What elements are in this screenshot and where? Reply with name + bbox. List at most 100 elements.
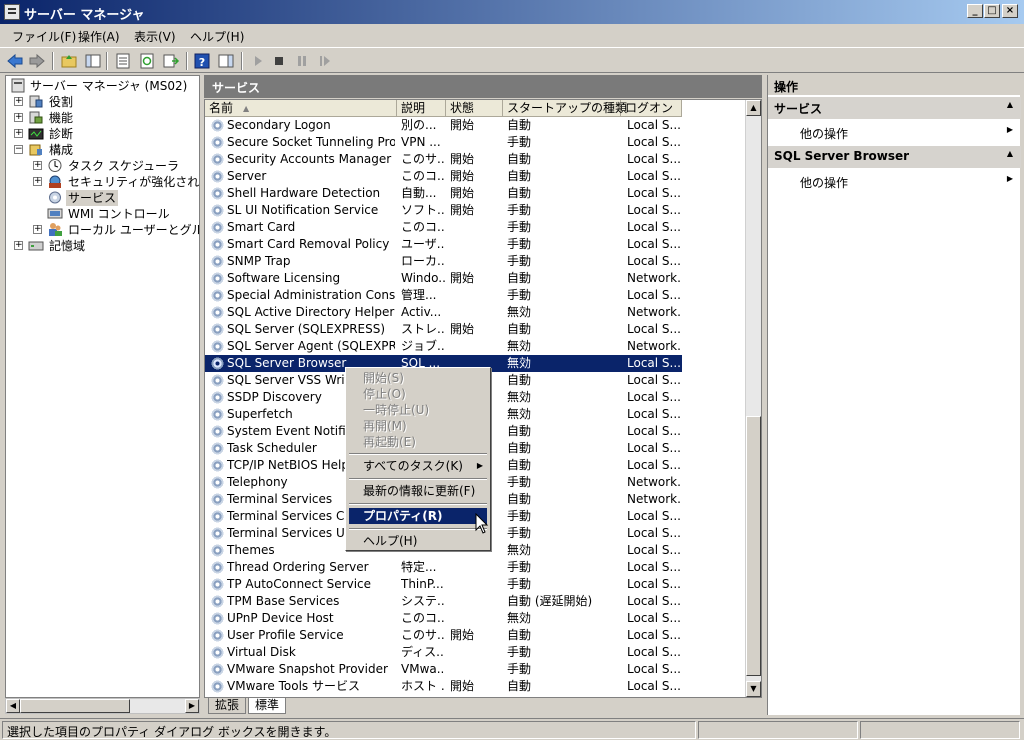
cell-name: TP AutoConnect Service <box>227 577 372 591</box>
menu-view[interactable]: 表示(V) <box>134 28 176 45</box>
collapse-up-icon[interactable]: ▲ <box>1007 100 1013 109</box>
scroll-right-arrow-icon[interactable]: ▶ <box>185 699 199 713</box>
pause-service-icon[interactable] <box>293 52 311 70</box>
menu-item-stop[interactable]: 停止(O) <box>349 386 487 402</box>
properties-sheet-icon[interactable] <box>114 52 132 70</box>
cell-startup: 手動 <box>507 509 532 523</box>
service-row[interactable]: UPnP Device Host このコ... 無効 Local S... <box>205 610 682 627</box>
actions-section-sql-browser[interactable]: SQL Server Browser ▲ <box>768 146 1021 168</box>
cell-logon: Local S... <box>627 237 681 251</box>
tree-horizontal-scrollbar[interactable]: ◀ ▶ <box>5 698 200 714</box>
menu-item-resume[interactable]: 再開(M) <box>349 418 487 434</box>
service-row[interactable]: Secure Socket Tunneling Proto... VPN ... 手… <box>205 134 682 151</box>
service-row[interactable]: Server このコ... 開始 自動 Local S... <box>205 168 682 185</box>
menu-item-restart[interactable]: 再起動(E) <box>349 434 487 450</box>
scroll-left-arrow-icon[interactable]: ◀ <box>6 699 20 713</box>
maximize-button[interactable]: □ <box>984 4 1000 18</box>
expand-icon[interactable]: + <box>14 129 23 138</box>
service-row[interactable]: TP AutoConnect Service ThinP... 手動 Local S.… <box>205 576 682 593</box>
expand-icon[interactable]: + <box>14 97 23 106</box>
menu-item-pause[interactable]: 一時停止(U) <box>349 402 487 418</box>
scroll-down-arrow-icon[interactable]: ▼ <box>746 681 761 697</box>
cell-logon: Local S... <box>627 152 681 166</box>
collapse-up-icon[interactable]: ▲ <box>1007 149 1013 158</box>
help-icon[interactable]: ? <box>193 52 211 70</box>
collapse-icon[interactable]: − <box>14 145 23 154</box>
expand-icon[interactable]: + <box>33 161 42 170</box>
cell-startup: 無効 <box>507 407 532 421</box>
column-logon[interactable]: ログオン <box>621 100 682 117</box>
action-more-actions-sql-browser[interactable]: 他の操作 ▶ <box>768 170 1021 192</box>
tab-standard[interactable]: 標準 <box>248 698 287 714</box>
expand-icon[interactable]: + <box>33 177 42 186</box>
tree-label: 役割 <box>49 95 74 109</box>
service-row[interactable]: Thread Ordering Server 特定... 手動 Local S... <box>205 559 682 576</box>
cell-desc: このコ... <box>401 220 445 234</box>
menu-action[interactable]: 操作(A) <box>78 28 120 45</box>
refresh-icon[interactable] <box>138 52 156 70</box>
service-row[interactable]: Secondary Logon 別の... 開始 自動 Local S... <box>205 117 682 134</box>
service-row[interactable]: SQL Server Agent (SQLEXPRE... ジョブ... 無効 Net… <box>205 338 682 355</box>
cell-desc: ホスト ... <box>401 679 445 693</box>
show-hide-action-pane-icon[interactable] <box>217 52 235 70</box>
server-manager-icon <box>11 78 25 93</box>
menu-item-properties[interactable]: プロパティ(R) <box>349 508 487 524</box>
toolbar: ? <box>0 47 1024 73</box>
cell-startup: 自動 <box>507 152 532 166</box>
menu-item-all-tasks[interactable]: すべてのタスク(K) ▶ <box>349 458 487 474</box>
minimize-button[interactable]: _ <box>967 4 983 18</box>
list-vertical-scrollbar[interactable]: ▲ ▼ <box>745 100 761 697</box>
service-row[interactable]: Smart Card Removal Policy ユーザ... 手動 Local S… <box>205 236 682 253</box>
restart-service-icon[interactable] <box>316 52 334 70</box>
menu-item-help[interactable]: ヘルプ(H) <box>349 533 487 549</box>
back-arrow-icon[interactable] <box>6 52 24 70</box>
show-hide-tree-icon[interactable] <box>84 52 102 70</box>
cell-startup: 手動 <box>507 254 532 268</box>
service-row[interactable]: Smart Card このコ... 手動 Local S... <box>205 219 682 236</box>
actions-section-services[interactable]: サービス ▲ <box>768 97 1021 119</box>
expand-icon[interactable]: + <box>14 113 23 122</box>
expand-icon[interactable]: + <box>33 225 42 234</box>
service-row[interactable]: Special Administration Console... 管理... 手動… <box>205 287 682 304</box>
menu-file[interactable]: ファイル(F) <box>12 28 76 45</box>
up-folder-icon[interactable] <box>60 52 78 70</box>
service-row[interactable]: User Profile Service このサ... 開始 自動 Local S... <box>205 627 682 644</box>
service-row[interactable]: VMware Snapshot Provider VMwa... 手動 Local S… <box>205 661 682 678</box>
close-button[interactable]: × <box>1002 4 1018 18</box>
toolbar-separator <box>106 52 108 70</box>
forward-arrow-icon[interactable] <box>28 52 46 70</box>
context-menu: 開始(S) 停止(O) 一時停止(U) 再開(M) 再起動(E) すべてのタスク… <box>345 367 491 551</box>
service-gear-icon <box>211 595 224 608</box>
service-row[interactable]: Software Licensing Windo... 開始 自動 Network... <box>205 270 682 287</box>
menu-item-refresh[interactable]: 最新の情報に更新(F) <box>349 483 487 499</box>
cell-startup: 自動 <box>507 169 532 183</box>
menu-item-start[interactable]: 開始(S) <box>349 370 487 386</box>
service-row[interactable]: SNMP Trap ローカ... 手動 Local S... <box>205 253 682 270</box>
scroll-thumb[interactable] <box>20 699 130 713</box>
service-row[interactable]: SQL Server (SQLEXPRESS) ストレ... 開始 自動 Local S… <box>205 321 682 338</box>
service-gear-icon <box>211 629 224 642</box>
action-more-actions-services[interactable]: 他の操作 ▶ <box>768 121 1021 143</box>
menu-help[interactable]: ヘルプ(H) <box>190 28 244 45</box>
title-bar[interactable]: サーバー マネージャ _ □ × <box>0 0 1024 24</box>
stop-service-icon[interactable] <box>270 52 288 70</box>
column-description[interactable]: 説明 <box>397 100 446 117</box>
tab-extended[interactable]: 拡張 <box>208 698 247 714</box>
column-status[interactable]: 状態 <box>446 100 503 117</box>
column-startup-type[interactable]: スタートアップの種類 <box>503 100 627 117</box>
service-row[interactable]: TPM Base Services システ... 自動 (遅延開始) Local S.… <box>205 593 682 610</box>
service-row[interactable]: SQL Active Directory Helper S... Activ...… <box>205 304 682 321</box>
start-service-icon[interactable] <box>249 52 267 70</box>
cell-logon: Local S... <box>627 628 681 642</box>
scroll-up-arrow-icon[interactable]: ▲ <box>746 100 761 116</box>
scroll-thumb[interactable] <box>746 416 761 676</box>
service-row[interactable]: Security Accounts Manager このサ... 開始 自動 Local… <box>205 151 682 168</box>
expand-icon[interactable]: + <box>14 241 23 250</box>
service-row[interactable]: Virtual Disk ディス... 手動 Local S... <box>205 644 682 661</box>
cell-logon: Local S... <box>627 441 681 455</box>
export-list-icon[interactable] <box>162 52 180 70</box>
service-row[interactable]: SL UI Notification Service ソフト... 開始 手動 Loca… <box>205 202 682 219</box>
service-row[interactable]: VMware Tools サービス ホスト ... 開始 自動 Local S... <box>205 678 682 695</box>
service-row[interactable]: Shell Hardware Detection 自動... 開始 自動 Local S… <box>205 185 682 202</box>
column-name[interactable]: 名前 ▲ <box>205 100 397 117</box>
